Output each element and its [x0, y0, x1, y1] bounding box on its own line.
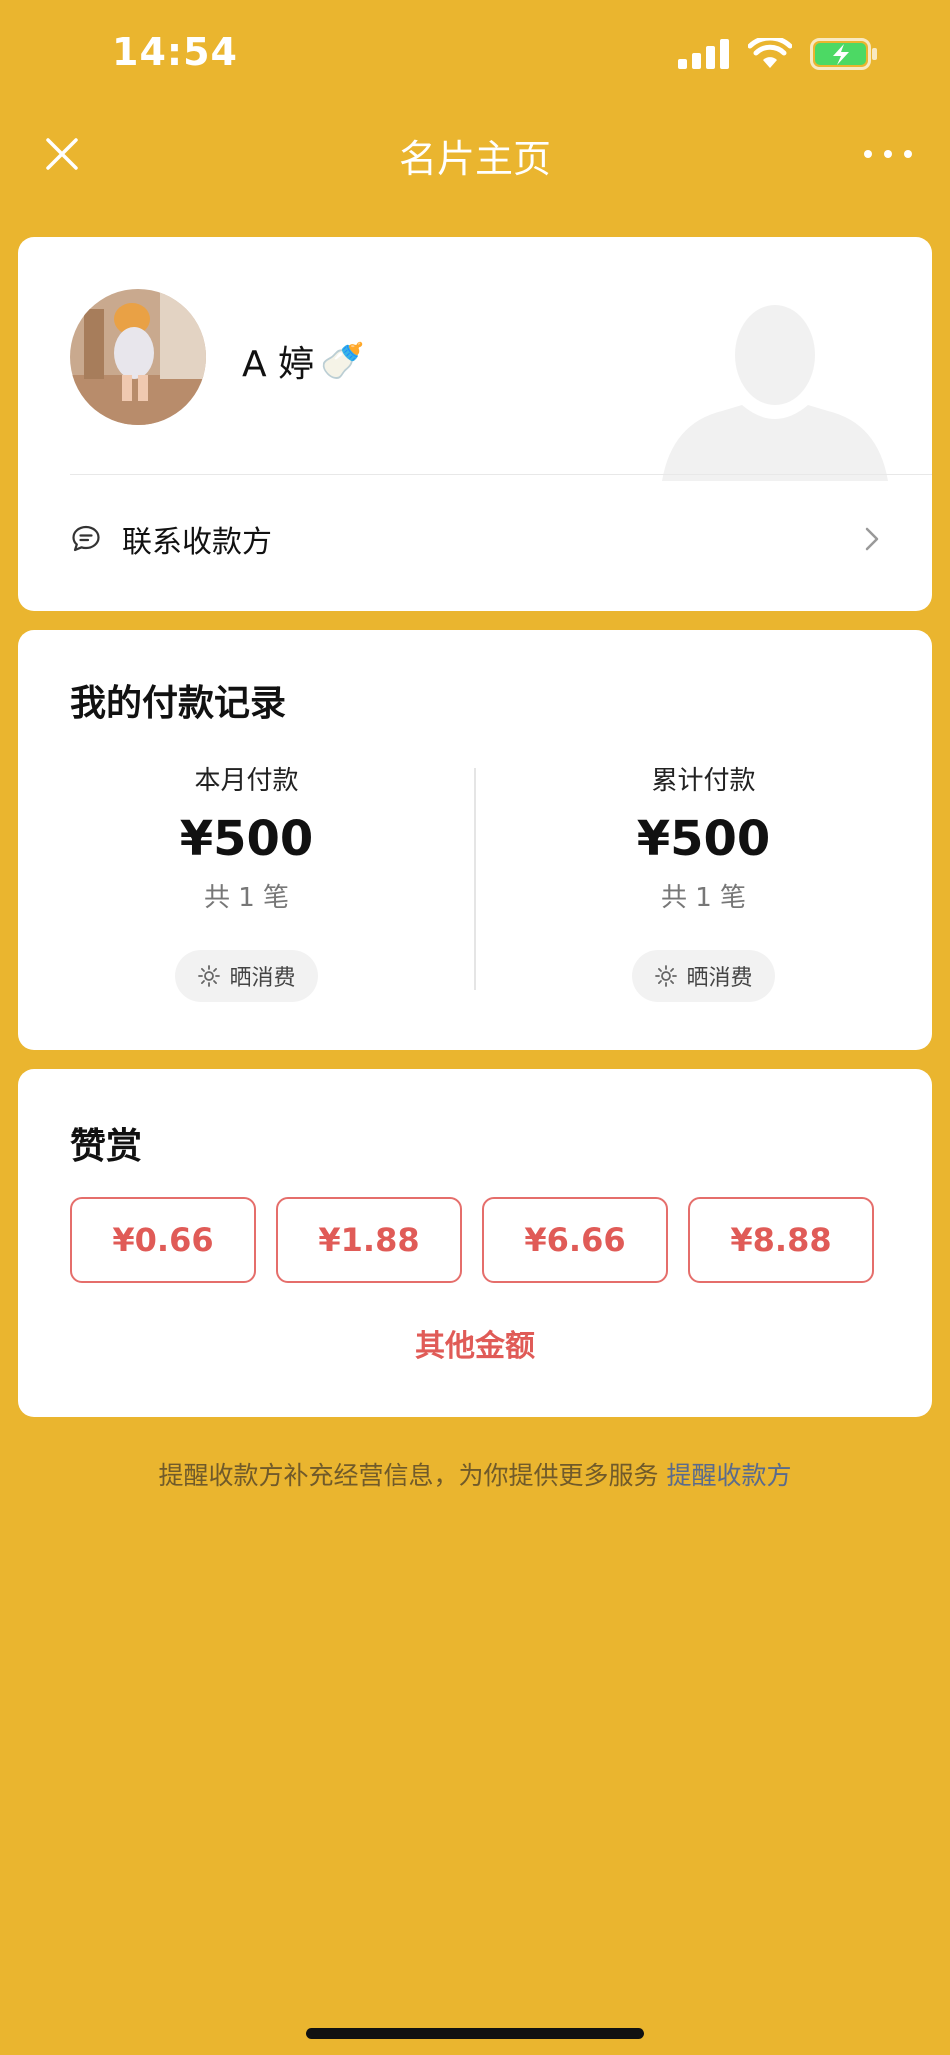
silhouette-watermark-icon: [662, 305, 888, 481]
signal-icon: [678, 39, 729, 69]
chat-bubble-icon: [72, 525, 100, 552]
total-payment-stat: 累计付款 ¥500 共 1 笔 晒消费: [475, 760, 932, 1002]
contact-payee-label: 联系收款方: [122, 525, 272, 560]
reward-amount-button[interactable]: ¥1.88: [276, 1197, 462, 1283]
profile-card: A 婷 🍼 联系收款方: [18, 237, 932, 611]
share-spending-button-total[interactable]: 晒消费: [632, 950, 775, 1002]
profile-divider: [70, 474, 932, 475]
profile-name: A 婷 🍼: [242, 335, 365, 387]
monthly-payment-value: ¥500: [179, 811, 314, 867]
nav-bar: 名片主页: [0, 112, 950, 194]
remind-payee-link[interactable]: 提醒收款方: [666, 1461, 791, 1490]
home-indicator: [306, 2028, 644, 2039]
status-icons: [678, 38, 878, 70]
reward-amount-button[interactable]: ¥8.88: [688, 1197, 874, 1283]
share-spending-label: 晒消费: [229, 966, 296, 991]
reward-amount-row: ¥0.66 ¥1.88 ¥6.66 ¥8.88: [70, 1197, 874, 1283]
footer-note-text: 提醒收款方补充经营信息，为你提供更多服务: [158, 1461, 659, 1490]
page-title: 名片主页: [398, 137, 551, 181]
monthly-payment-label: 本月付款: [194, 766, 299, 796]
total-payment-count: 共 1 笔: [660, 883, 747, 913]
avatar: [70, 289, 206, 425]
status-bar: 14:54: [0, 0, 950, 112]
contact-payee-row[interactable]: 联系收款方: [70, 507, 882, 571]
status-time: 14:54: [112, 30, 238, 74]
reward-amount-button[interactable]: ¥0.66: [70, 1197, 256, 1283]
monthly-payment-count: 共 1 笔: [203, 883, 290, 913]
share-spending-label: 晒消费: [686, 966, 753, 991]
profile-name-text: A 婷: [242, 344, 315, 385]
records-title: 我的付款记录: [70, 683, 287, 724]
chevron-right-icon: [865, 527, 879, 551]
reward-title: 赞赏: [70, 1126, 143, 1167]
other-amount-button[interactable]: 其他金额: [18, 1321, 932, 1365]
wifi-icon: [748, 38, 792, 68]
battery-charging-icon: [810, 38, 877, 70]
footer-note: 提醒收款方补充经营信息，为你提供更多服务 提醒收款方: [0, 1456, 950, 1492]
total-payment-label: 累计付款: [651, 766, 756, 796]
payment-records-card: 我的付款记录 本月付款 ¥500 共 1 笔 晒消费 累计付款 ¥500 共 1…: [18, 630, 932, 1050]
more-icon[interactable]: [860, 136, 916, 172]
sun-icon: [655, 965, 678, 987]
total-payment-value: ¥500: [636, 811, 771, 867]
share-spending-button-monthly[interactable]: 晒消费: [175, 950, 318, 1002]
monthly-payment-stat: 本月付款 ¥500 共 1 笔 晒消费: [18, 760, 475, 1002]
reward-card: 赞赏 ¥0.66 ¥1.88 ¥6.66 ¥8.88 其他金额: [18, 1069, 932, 1417]
sun-icon: [198, 965, 221, 987]
reward-amount-button[interactable]: ¥6.66: [482, 1197, 668, 1283]
baby-bottle-emoji: 🍼: [320, 341, 365, 382]
